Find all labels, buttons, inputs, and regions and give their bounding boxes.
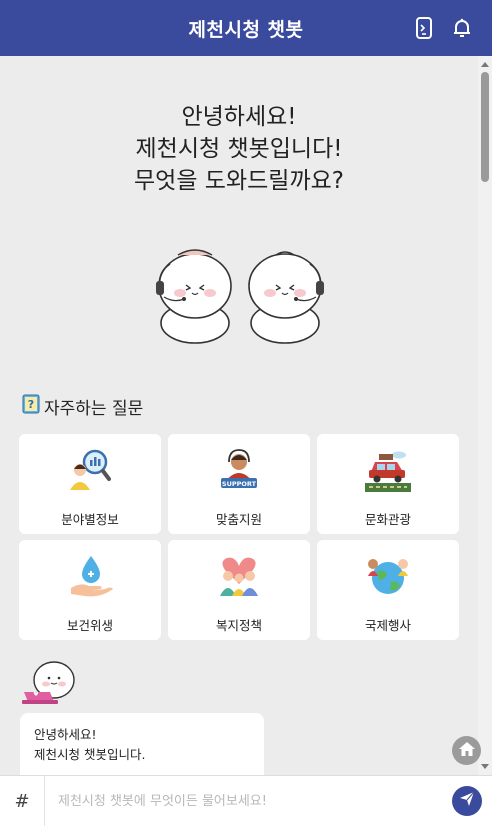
faq-card-international-events[interactable]: 국제행사 bbox=[317, 540, 459, 640]
faq-label-welfare: 복지정책 bbox=[215, 618, 262, 633]
faq-label-field-info: 분야별정보 bbox=[61, 512, 119, 527]
water-drop-hand-icon bbox=[67, 554, 113, 598]
faq-label-custom-support: 맞춤지원 bbox=[215, 512, 262, 527]
search-person-icon bbox=[67, 448, 113, 492]
greeting-text: 안녕하세요! 제천시청 챗봇입니다! 무엇을 도와드릴까요? bbox=[0, 101, 478, 197]
faq-book-icon: ? bbox=[22, 394, 40, 419]
send-button[interactable] bbox=[452, 786, 482, 816]
home-button[interactable] bbox=[452, 736, 481, 765]
family-heart-icon bbox=[216, 554, 262, 598]
header-actions bbox=[412, 16, 474, 40]
faq-heading: ? 자주하는 질문 bbox=[22, 394, 143, 419]
greeting-line-1: 안녕하세요! bbox=[181, 104, 297, 130]
faq-label-culture-tourism: 문화관광 bbox=[364, 512, 411, 527]
car-travel-icon bbox=[365, 448, 411, 492]
home-icon bbox=[458, 741, 476, 761]
bell-icon[interactable] bbox=[450, 16, 474, 40]
support-badge-text: SUPPORT bbox=[222, 480, 257, 488]
message-input-bar: # bbox=[0, 775, 492, 826]
faq-card-welfare[interactable]: 복지정책 bbox=[168, 540, 310, 640]
app-header: 제천시청 챗봇 bbox=[0, 0, 492, 56]
hash-menu-button[interactable]: # bbox=[0, 776, 45, 826]
faq-title-label: 자주하는 질문 bbox=[44, 399, 144, 419]
send-icon bbox=[459, 791, 475, 811]
svg-text:?: ? bbox=[28, 398, 34, 411]
faq-grid: 분야별정보 SUPPORT 맞춤지원 문화관광 보건위생 복지정책 국제행사 bbox=[19, 434, 459, 640]
phone-icon[interactable] bbox=[412, 16, 436, 40]
scroll-up-arrow-icon[interactable] bbox=[481, 62, 489, 67]
faq-card-field-info[interactable]: 분야별정보 bbox=[19, 434, 161, 534]
scroll-down-arrow-icon[interactable] bbox=[481, 764, 489, 769]
bot-message-line-2: 제천시청 챗봇입니다. bbox=[34, 747, 146, 762]
faq-card-culture-tourism[interactable]: 문화관광 bbox=[317, 434, 459, 534]
globe-people-icon bbox=[365, 554, 411, 598]
faq-card-health[interactable]: 보건위생 bbox=[19, 540, 161, 640]
bot-avatar bbox=[20, 656, 80, 708]
chat-scroll-area[interactable]: 안녕하세요! 제천시청 챗봇입니다! 무엇을 도와드릴까요? ? 자주하는 질문… bbox=[0, 56, 478, 775]
faq-card-custom-support[interactable]: SUPPORT 맞춤지원 bbox=[168, 434, 310, 534]
faq-label-international-events: 국제행사 bbox=[364, 618, 411, 633]
bot-message-line-1: 안녕하세요! bbox=[34, 727, 97, 742]
app-title: 제천시청 챗봇 bbox=[188, 18, 304, 41]
faq-label-health: 보건위생 bbox=[66, 618, 113, 633]
message-input[interactable] bbox=[58, 788, 438, 814]
scrollbar-thumb[interactable] bbox=[481, 72, 489, 182]
support-agent-icon: SUPPORT bbox=[216, 448, 262, 492]
mascot-illustration bbox=[150, 241, 330, 346]
vertical-scrollbar[interactable] bbox=[478, 56, 492, 775]
greeting-line-3: 무엇을 도와드릴까요? bbox=[134, 168, 344, 194]
greeting-line-2: 제천시청 챗봇입니다! bbox=[135, 136, 343, 162]
bot-message-bubble: 안녕하세요! 제천시청 챗봇입니다. bbox=[20, 713, 264, 775]
